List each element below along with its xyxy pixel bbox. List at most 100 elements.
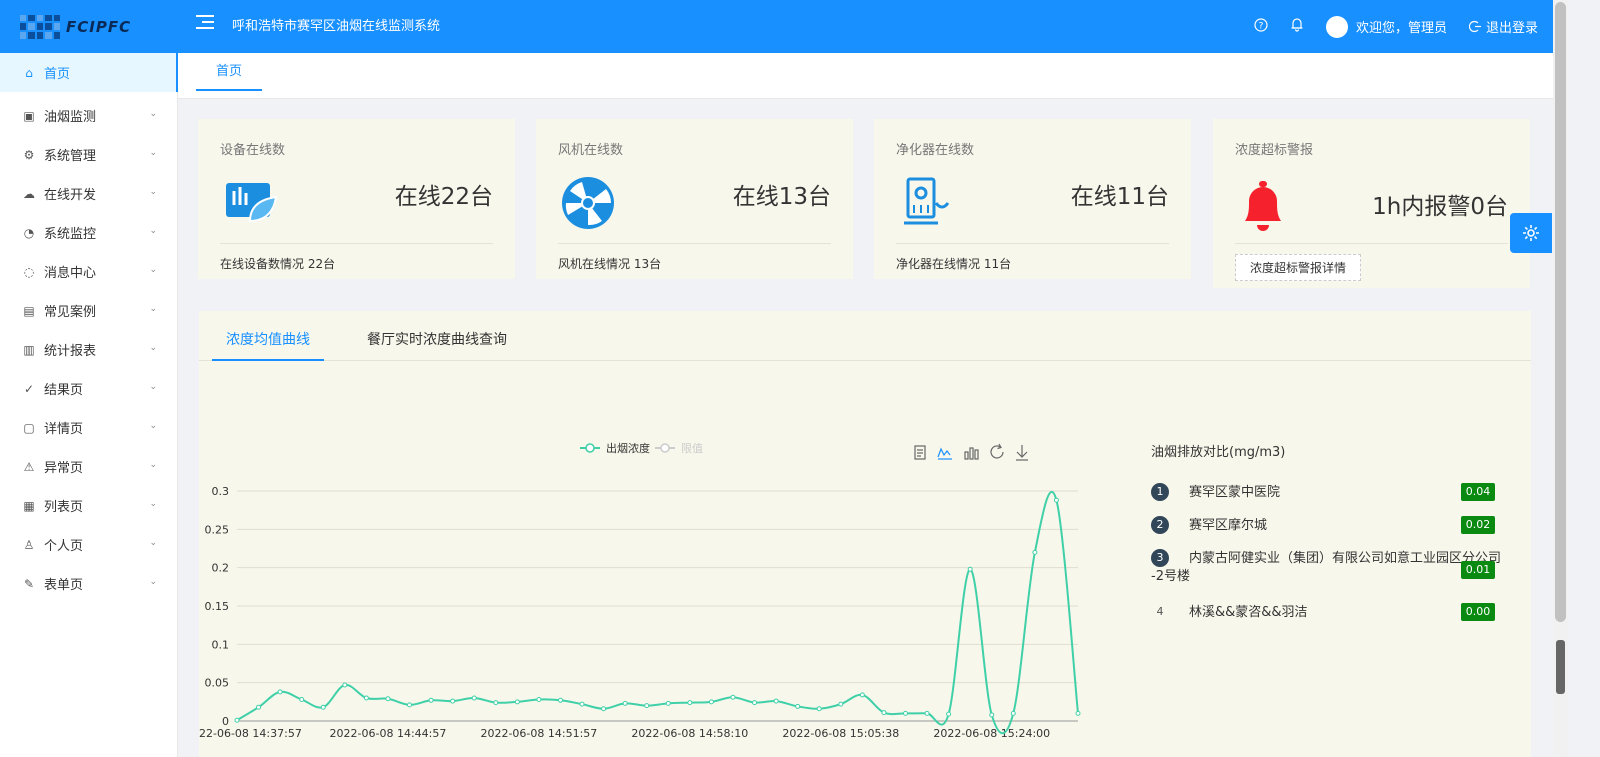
data-point[interactable]	[708, 699, 714, 705]
sidebar-item-5[interactable]: ◌ 消息中心 ⌄	[0, 252, 177, 291]
data-point[interactable]	[363, 695, 369, 701]
data-point[interactable]	[838, 701, 844, 707]
data-point[interactable]	[299, 697, 305, 703]
data-point[interactable]	[1053, 497, 1059, 503]
data-point[interactable]	[234, 717, 240, 723]
data-point[interactable]	[1032, 549, 1038, 555]
data-point[interactable]	[450, 698, 456, 704]
data-point[interactable]	[256, 704, 262, 710]
sidebar-item-label: 常见案例	[44, 305, 97, 320]
menu-fold-icon[interactable]	[196, 15, 214, 31]
sidebar-item-11[interactable]: ▦ 列表页 ⌄	[0, 486, 177, 525]
sidebar-item-7[interactable]: ▥ 统计报表 ⌄	[0, 330, 177, 369]
scrollbar-handle[interactable]	[1556, 640, 1565, 694]
chart-panel: 浓度均值曲线 餐厅实时浓度曲线查询 出烟浓度 限值 0 0.05 0.1 0.15 0.…	[199, 311, 1531, 757]
data-point[interactable]	[320, 704, 326, 710]
chevron-down-icon: ⌄	[149, 187, 157, 197]
data-point[interactable]	[342, 682, 348, 688]
card-fan-online: 风机在线数 在线13台 风机在线情况 13台	[536, 119, 853, 279]
settings-drawer-button[interactable]	[1510, 213, 1552, 253]
data-point[interactable]	[730, 694, 736, 700]
sidebar-item-4[interactable]: ◔ 系统监控 ⌄	[0, 213, 177, 252]
sidebar-item-10[interactable]: ⚠ 异常页 ⌄	[0, 447, 177, 486]
sidebar-item-13[interactable]: ✎ 表单页 ⌄	[0, 564, 177, 603]
refresh-icon[interactable]	[990, 443, 1004, 459]
card-value: 在线11台	[1070, 184, 1169, 210]
chevron-down-icon: ⌄	[149, 109, 157, 119]
gear-icon	[1523, 225, 1539, 241]
sidebar-item-label: 列表页	[44, 500, 84, 515]
data-point[interactable]	[471, 695, 477, 701]
sidebar-item-6[interactable]: ▤ 常见案例 ⌄	[0, 291, 177, 330]
data-point[interactable]	[277, 689, 283, 695]
sidebar-item-3[interactable]: ☁ 在线开发 ⌄	[0, 174, 177, 213]
data-point[interactable]	[514, 699, 520, 705]
data-point[interactable]	[773, 698, 779, 704]
data-point[interactable]	[493, 700, 499, 706]
logout-button[interactable]: 退出登录	[1468, 17, 1538, 36]
form-icon: ✎	[23, 576, 35, 591]
data-point[interactable]	[816, 706, 822, 712]
bar-chart-icon[interactable]	[964, 447, 979, 460]
data-view-icon[interactable]	[914, 445, 926, 460]
help-icon[interactable]: ?	[1254, 17, 1268, 36]
data-point[interactable]	[902, 710, 908, 716]
data-point[interactable]	[687, 700, 693, 706]
data-point[interactable]	[579, 701, 585, 707]
case-icon: ▤	[23, 303, 35, 318]
y-tick-label: 0.05	[205, 677, 230, 690]
card-value: 在线22台	[394, 184, 493, 210]
sidebar-item-1[interactable]: ▣ 油烟监测 ⌄	[0, 96, 177, 135]
data-point[interactable]	[385, 696, 391, 702]
logo-text: FCIPFC	[66, 17, 132, 36]
rank-number: 4	[1156, 605, 1164, 618]
bell-icon[interactable]	[1290, 17, 1304, 36]
data-point[interactable]	[881, 710, 887, 716]
data-point[interactable]	[989, 712, 995, 718]
sidebar-item-2[interactable]: ⚙ 系统管理 ⌄	[0, 135, 177, 174]
data-point[interactable]	[967, 566, 973, 572]
tab-home[interactable]: 首页	[196, 53, 262, 91]
card-footer: 在线设备数情况 22台	[220, 257, 336, 271]
data-point[interactable]	[428, 697, 434, 703]
card-title: 风机在线数	[558, 143, 624, 158]
card-value: 1h内报警0台	[1372, 194, 1508, 220]
data-point[interactable]	[1075, 710, 1081, 716]
avatar	[1325, 15, 1348, 38]
data-point[interactable]	[1010, 710, 1016, 716]
sidebar-item-label: 系统监控	[44, 227, 97, 242]
data-point[interactable]	[859, 692, 865, 698]
data-point[interactable]	[557, 697, 563, 703]
page-scrollbar[interactable]	[1553, 0, 1568, 757]
scrollbar-thumb[interactable]	[1555, 2, 1566, 622]
user-menu[interactable]: 欢迎您，管理员	[1325, 15, 1447, 38]
chevron-down-icon: ⌄	[149, 343, 157, 353]
data-point[interactable]	[665, 700, 671, 706]
rank-value-badge: 0.02	[1461, 516, 1495, 534]
download-icon[interactable]	[1016, 445, 1028, 461]
sidebar-item-label: 油烟监测	[44, 110, 97, 125]
data-point[interactable]	[795, 703, 801, 709]
data-point[interactable]	[924, 710, 930, 716]
data-point[interactable]	[622, 700, 628, 706]
warning-icon: ⚠	[23, 459, 35, 474]
sidebar-item-label: 统计报表	[44, 344, 97, 359]
data-point[interactable]	[644, 703, 650, 709]
sidebar-item-label: 系统管理	[44, 149, 97, 164]
sidebar-item-8[interactable]: ✓ 结果页 ⌄	[0, 369, 177, 408]
chart-legend[interactable]: 出烟浓度 限值	[580, 441, 703, 455]
sidebar-item-label: 异常页	[44, 461, 84, 476]
sidebar-item-0[interactable]: ⌂ 首页	[0, 53, 178, 92]
rank-name: 内蒙古阿健实业（集团）有限公司如意工业园区分公司 -2号楼	[1151, 551, 1502, 584]
data-point[interactable]	[536, 697, 542, 703]
data-point[interactable]	[946, 711, 952, 717]
logo[interactable]: FCIPFC	[0, 0, 180, 53]
data-point[interactable]	[752, 700, 758, 706]
line-chart-icon[interactable]	[937, 447, 952, 460]
data-point[interactable]	[601, 706, 607, 712]
alarm-detail-button[interactable]: 浓度超标警报详情	[1235, 254, 1362, 281]
data-point[interactable]	[407, 702, 413, 708]
logout-label: 退出登录	[1485, 21, 1538, 36]
sidebar-item-9[interactable]: ▢ 详情页 ⌄	[0, 408, 177, 447]
sidebar-item-12[interactable]: ♙ 个人页 ⌄	[0, 525, 177, 564]
